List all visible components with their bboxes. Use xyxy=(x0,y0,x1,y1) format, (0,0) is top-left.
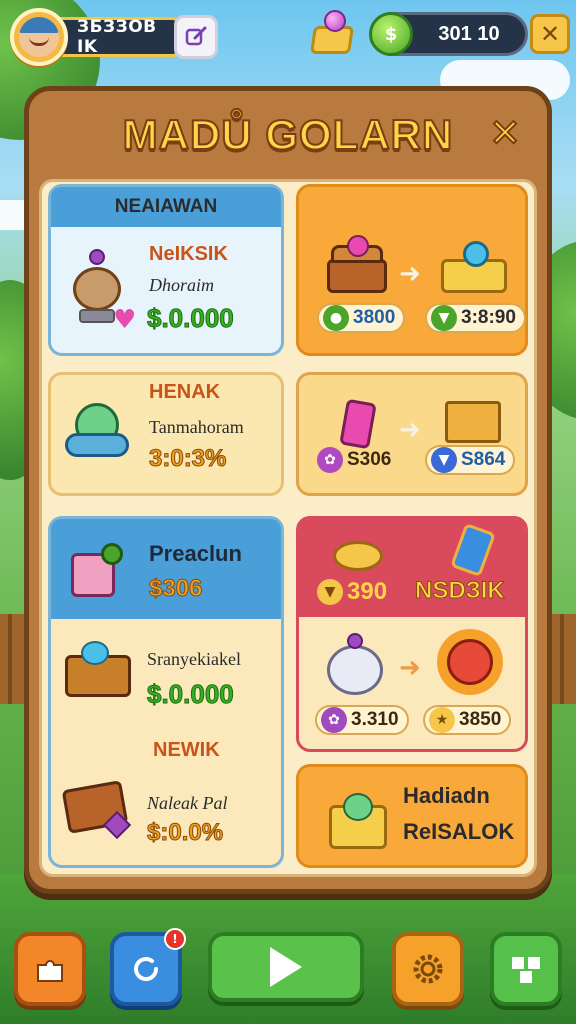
potion-icon xyxy=(339,395,379,450)
treasure-icon xyxy=(441,241,509,295)
pin-icon: ▼ xyxy=(431,305,457,331)
item-price: $306 xyxy=(148,575,203,603)
chest-icon xyxy=(327,235,387,295)
cost-value: S864 xyxy=(461,449,506,470)
arrow-right-icon: ➜ xyxy=(399,653,421,683)
item-title: NeIKSIK xyxy=(149,243,228,265)
gear-icon xyxy=(413,954,443,984)
arrow-right-icon: ➜ xyxy=(399,259,421,289)
shop-card-6[interactable]: ▼ 390 NSDЗIK ➜ ✿ 3.310 ★ 3850 xyxy=(296,516,528,752)
clover-icon: ● xyxy=(323,305,349,331)
avatar[interactable] xyxy=(10,8,68,66)
item-price: $.0.000 xyxy=(147,679,235,710)
heart-icon: ♥ xyxy=(113,305,137,335)
flower-icon: ✿ xyxy=(317,447,343,473)
star-icon: ★ xyxy=(429,707,455,733)
item-subtitle: Dhoraim xyxy=(149,275,215,295)
cost-pill: ▼ 3:8:90 xyxy=(425,303,526,333)
pin-icon: ▼ xyxy=(317,579,343,605)
shop-card-1[interactable]: NEAIAWAN ♥ NeIKSIK Dhoraim $.0.000 xyxy=(48,184,284,356)
bundle-box-icon xyxy=(329,787,393,851)
sun-icon xyxy=(437,629,503,695)
gift-icon xyxy=(71,543,131,603)
phone-icon xyxy=(450,522,497,579)
cost-value: 3800 xyxy=(353,307,396,328)
cost-pill: ▼ S864 xyxy=(425,445,516,475)
bundle-subtitle: ReISALOK xyxy=(403,819,515,844)
gem-orb xyxy=(324,10,346,32)
coin-icon: $ xyxy=(369,12,413,56)
player-name: ЗБЗЗОВ IK xyxy=(56,17,182,57)
build-button[interactable] xyxy=(490,932,562,1006)
chest-icon xyxy=(65,635,135,699)
flower-icon: ✿ xyxy=(321,707,347,733)
wallet-icon xyxy=(61,775,135,840)
hud-close-button[interactable]: ✕ xyxy=(530,14,570,54)
cost-value: 390 xyxy=(347,578,388,605)
bundle-card[interactable]: Hadiadn ReISALOK xyxy=(296,764,528,868)
edit-icon xyxy=(185,26,207,46)
section-title: NEWIK xyxy=(153,739,220,761)
cost-pill: ✿ 3.310 xyxy=(315,705,409,735)
settings-button[interactable] xyxy=(392,932,464,1006)
pin-icon: ▼ xyxy=(431,447,457,473)
cost-value: 3:8:90 xyxy=(461,307,516,328)
player-profile[interactable]: ЗБЗЗОВ IK xyxy=(10,8,218,66)
ghost-icon xyxy=(323,633,387,697)
shop-card-3[interactable]: HENAK Tanmahoram 3:0:3% xyxy=(48,372,284,496)
shop-card-2[interactable]: ➜ ● 3800 ▼ 3:8:90 xyxy=(296,184,528,356)
arrow-right-icon: ➜ xyxy=(399,415,421,445)
creature-icon xyxy=(65,403,129,465)
panel-title: MADŮ GOLARN xyxy=(122,110,454,159)
coin-amount: 301 10 xyxy=(438,22,500,45)
shop-card-4[interactable]: ➜ ✿ S306 ▼ S864 xyxy=(296,372,528,496)
cost-value: 3850 xyxy=(459,709,502,730)
cost-pill: ● 3800 xyxy=(317,303,406,333)
item-price: 3:0:3% xyxy=(148,445,227,473)
building-icon xyxy=(512,957,540,983)
refresh-icon xyxy=(134,957,158,981)
card-header: NEAIAWAN xyxy=(51,187,281,227)
item-price: $.0.000 xyxy=(147,303,235,334)
item-label: NSDЗIK xyxy=(415,577,506,605)
crate-icon xyxy=(445,393,503,447)
refresh-button[interactable]: ! xyxy=(110,928,186,1006)
puzzle-button[interactable] xyxy=(14,932,86,1006)
play-icon xyxy=(270,947,302,987)
cost-pill: ★ 3850 xyxy=(423,705,512,735)
shop-card-5[interactable]: Preaclun $306 Sranyekiakel $.0.000 NEWIK… xyxy=(48,516,284,868)
top-hud: ЗБЗЗОВ IK $ 301 10 ✕ xyxy=(10,8,570,66)
edit-profile-button[interactable] xyxy=(174,15,218,59)
cost-pill: ✿ S306 xyxy=(313,445,399,475)
play-button[interactable] xyxy=(208,932,364,1002)
cost-pill: ▼ 390 xyxy=(313,577,395,607)
item-title: HENAK xyxy=(149,381,221,403)
panel-close-button[interactable]: ✕ xyxy=(485,110,525,156)
item-subtitle: Tanmahoram xyxy=(149,417,244,437)
item-price: $:0.0% xyxy=(146,819,224,847)
avatar-face xyxy=(19,17,59,57)
coin-counter: $ 301 10 xyxy=(369,12,528,56)
item-title: Preaclun xyxy=(149,541,242,566)
coin-stack-icon xyxy=(333,529,387,573)
cost-value: S306 xyxy=(347,449,392,470)
notification-badge: ! xyxy=(164,928,186,950)
puzzle-icon xyxy=(37,960,63,982)
item-subtitle: Naleak Pal xyxy=(147,793,228,813)
cost-value: 3.310 xyxy=(351,709,399,730)
bundle-title: Hadiadn xyxy=(403,783,490,808)
gem-shop-icon[interactable] xyxy=(306,8,356,60)
item-subtitle: Sranyekiakel xyxy=(147,649,241,669)
